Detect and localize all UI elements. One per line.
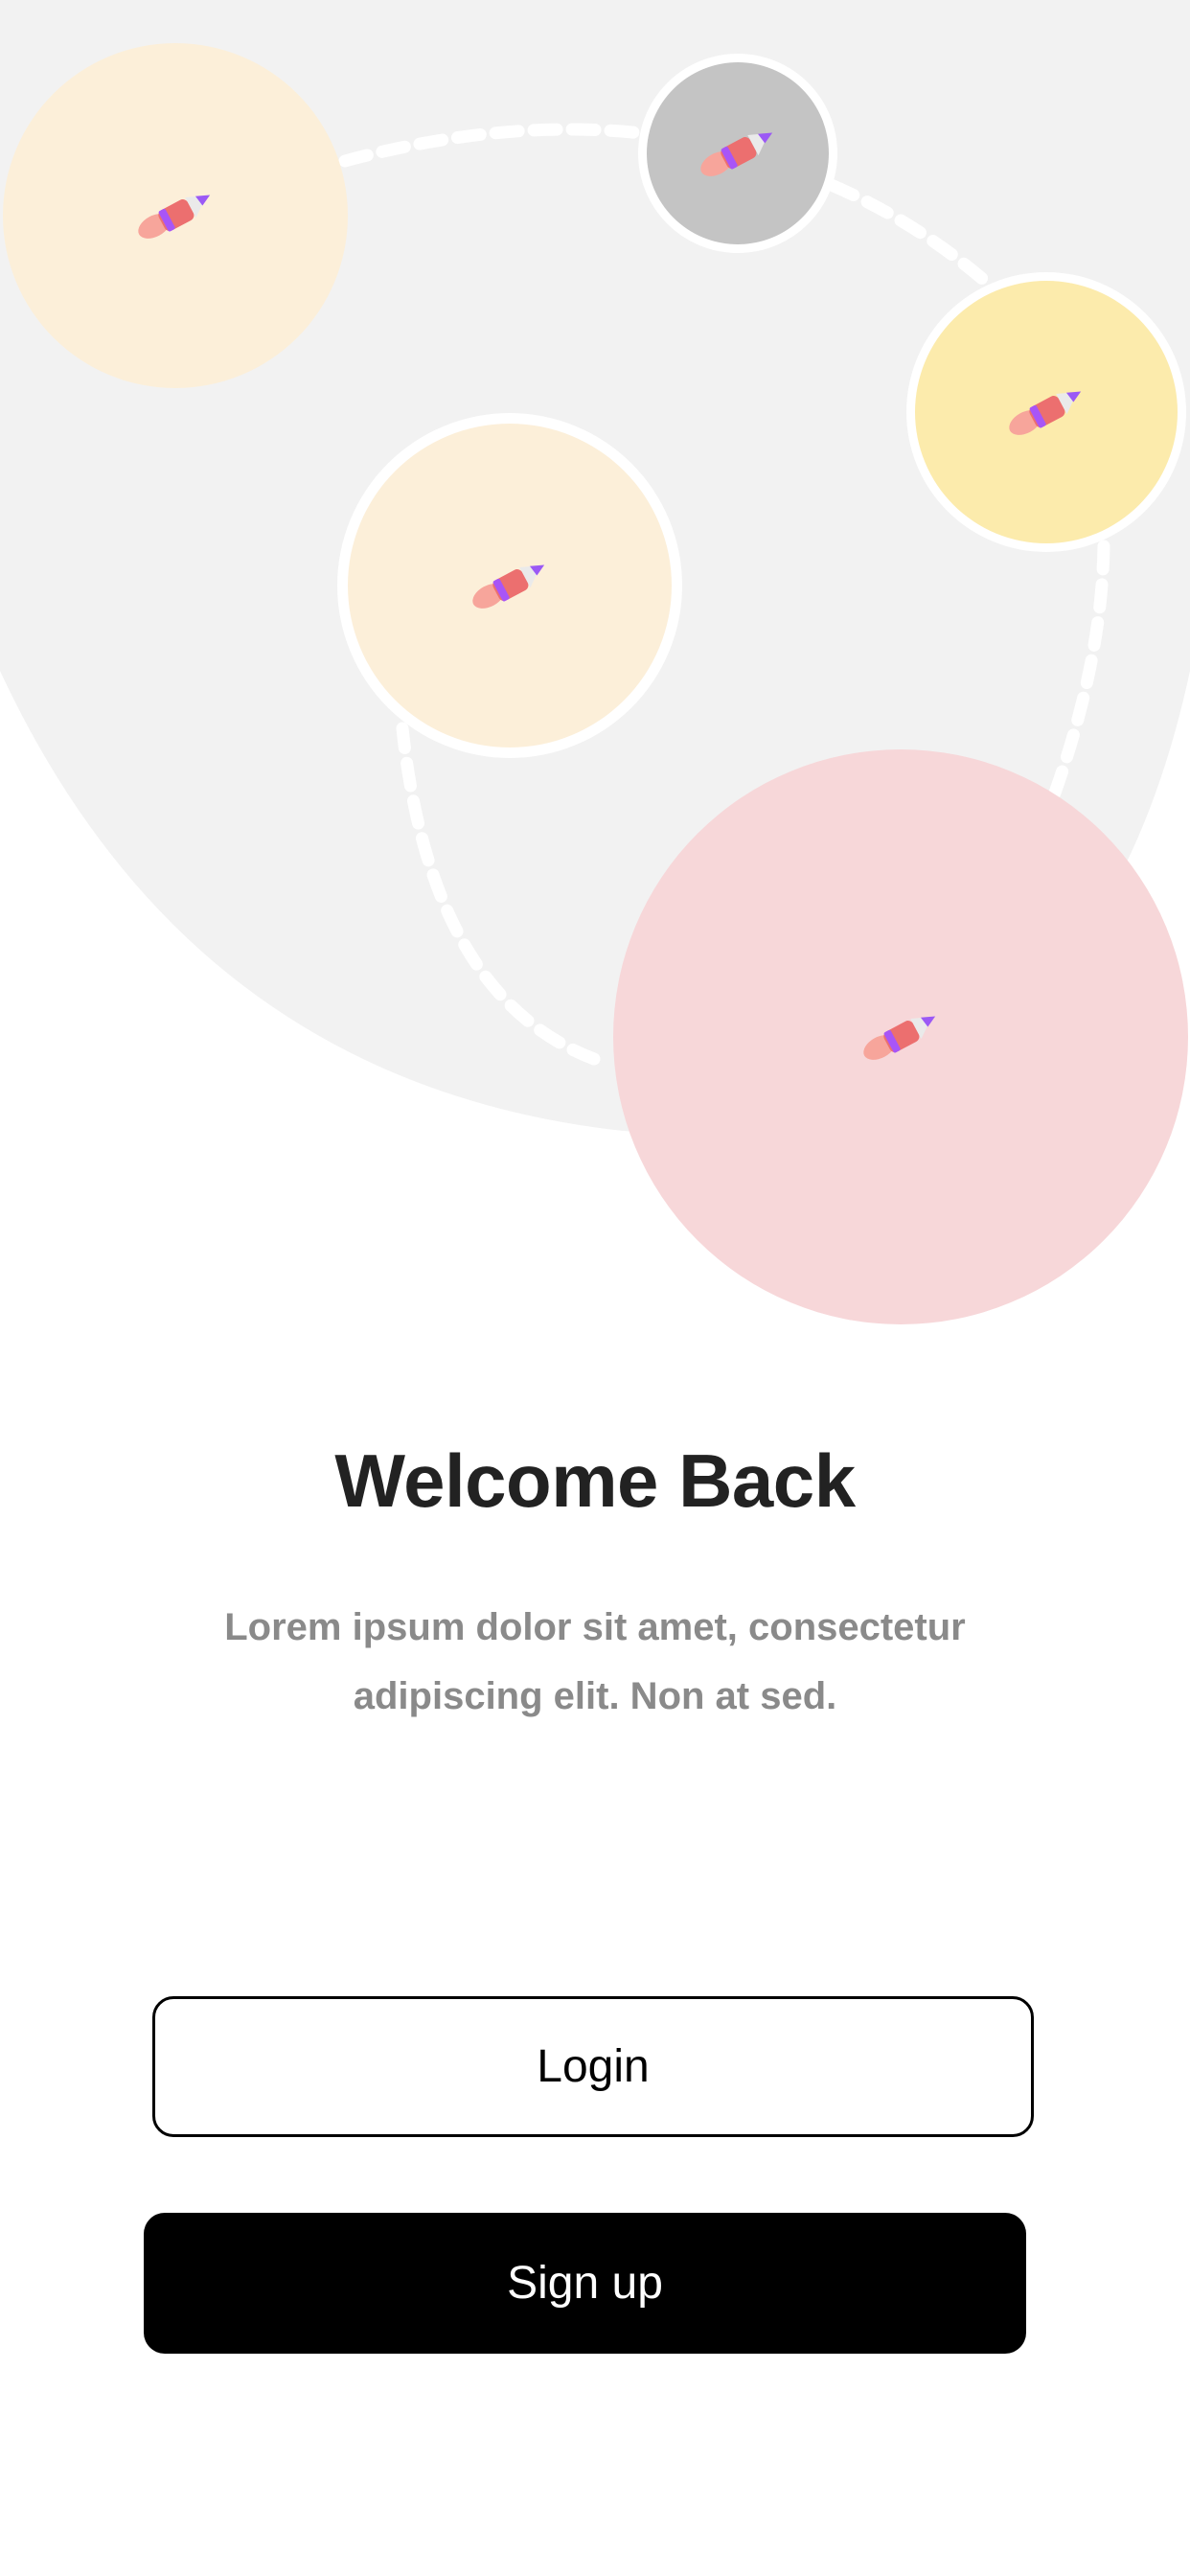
login-button-label: Login [537, 2041, 650, 2092]
page-title: Welcome Back [334, 1438, 856, 1523]
hero-illustration [0, 0, 1190, 1342]
signup-button-label: Sign up [507, 2258, 663, 2309]
page-subtitle: Lorem ipsum dolor sit amet, consectetur … [224, 1606, 966, 1717]
signup-button[interactable]: Sign up [144, 2213, 1026, 2354]
login-button[interactable]: Login [152, 1996, 1034, 2137]
